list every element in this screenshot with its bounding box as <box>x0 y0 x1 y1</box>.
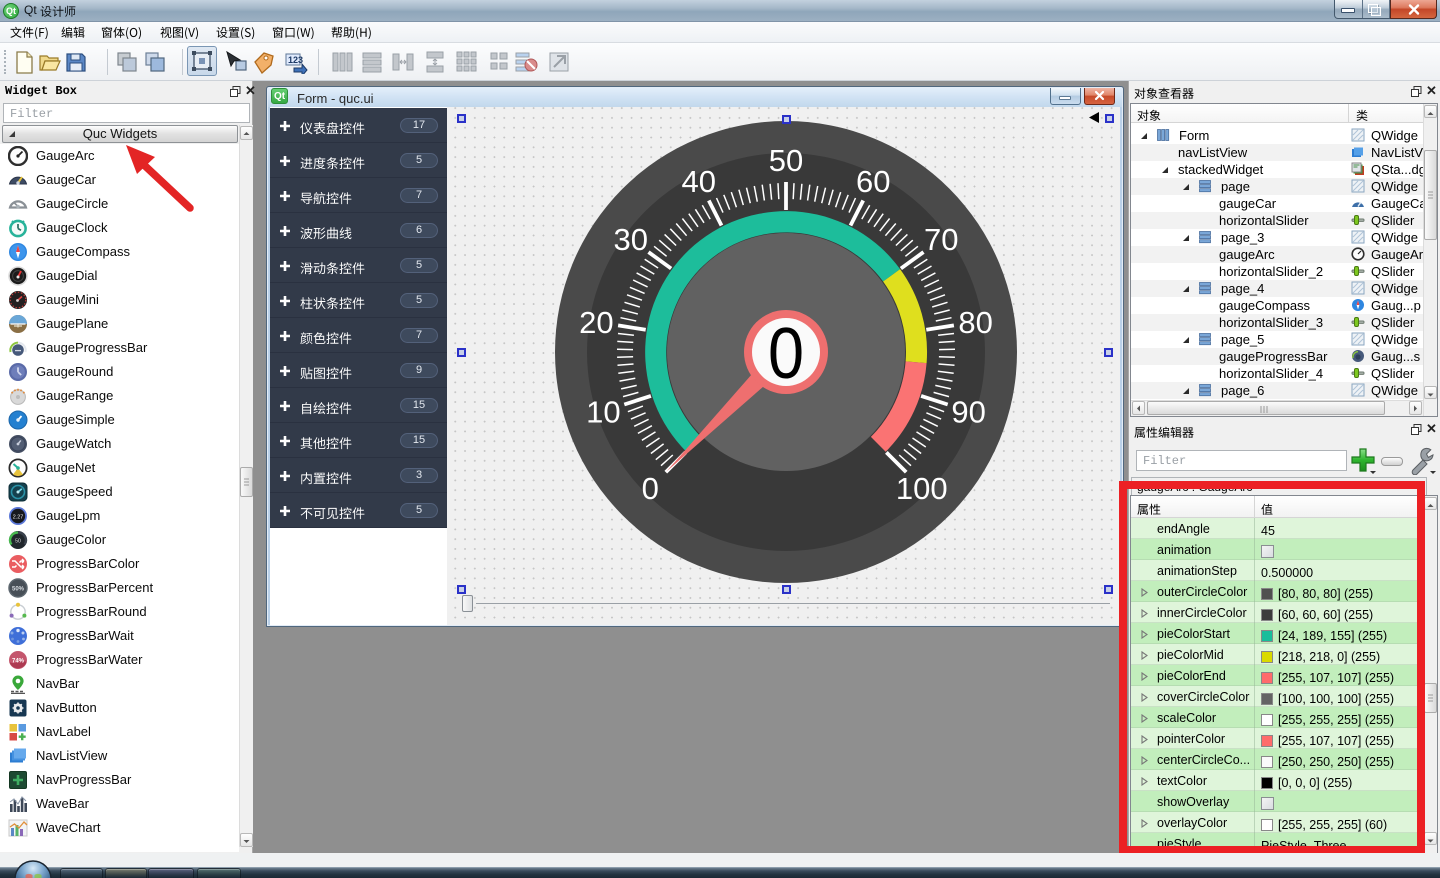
svg-text:74%: 74% <box>12 659 25 665</box>
svg-text:0: 0 <box>768 313 804 394</box>
svg-text:50: 50 <box>15 538 21 544</box>
svg-text:40: 40 <box>682 164 716 199</box>
svg-text:50: 50 <box>769 143 803 178</box>
svg-text:20: 20 <box>579 305 613 340</box>
svg-text:70: 70 <box>924 222 958 257</box>
svg-text:80: 80 <box>958 305 992 340</box>
svg-text:0: 0 <box>642 471 659 506</box>
svg-text:2.27: 2.27 <box>13 515 24 521</box>
svg-text:30: 30 <box>613 222 647 257</box>
svg-text:50%: 50% <box>12 587 25 593</box>
svg-text:90: 90 <box>951 394 985 429</box>
svg-text:60: 60 <box>856 164 890 199</box>
svg-text:10: 10 <box>586 394 620 429</box>
svg-text:100: 100 <box>896 471 948 506</box>
svg-text:123: 123 <box>288 55 303 65</box>
